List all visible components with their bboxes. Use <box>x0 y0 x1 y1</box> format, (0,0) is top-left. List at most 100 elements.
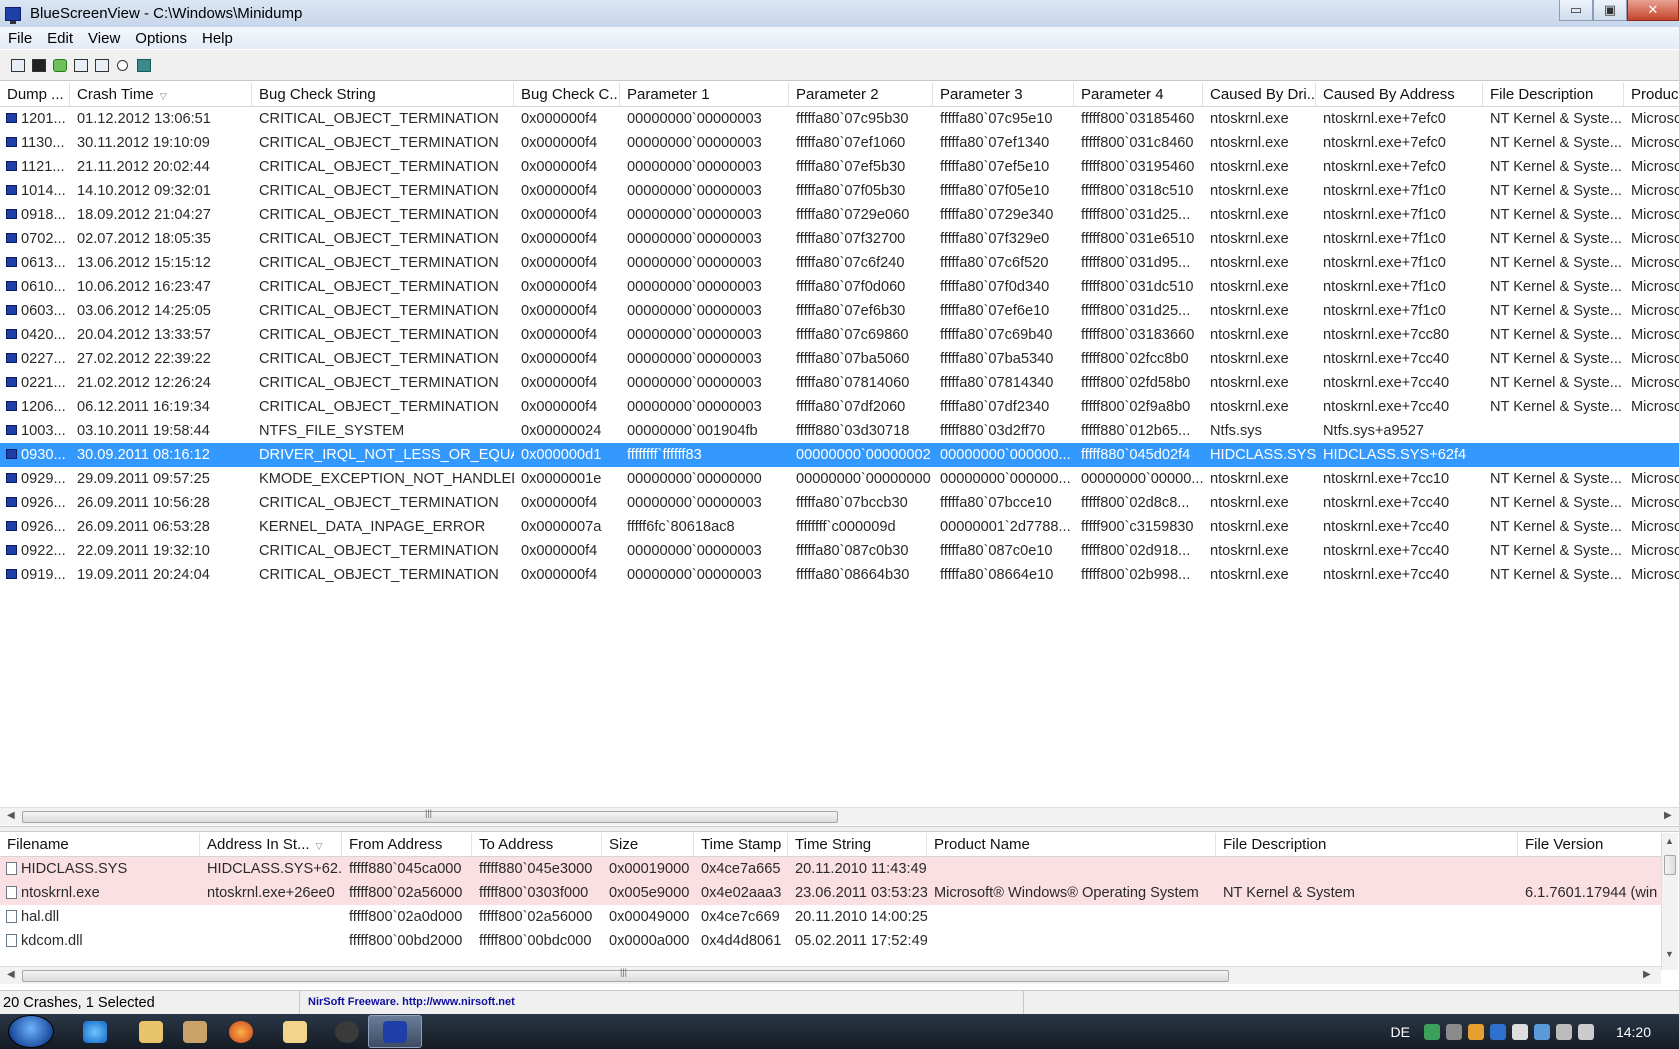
column-header[interactable]: From Address <box>342 833 472 856</box>
table-row[interactable]: 0702... 02.07.2012 18:05:35 CRITICAL_OBJEC… <box>0 227 1679 251</box>
scroll-left-icon[interactable]: ◀ <box>7 969 15 980</box>
table-cell: fffff880`03d2ff70 <box>933 419 1074 443</box>
network-icon[interactable] <box>1445 1023 1462 1040</box>
scroll-up-icon[interactable]: ▲ <box>1665 836 1674 846</box>
column-header[interactable]: To Address <box>472 833 602 856</box>
column-header[interactable]: Produc <box>1624 83 1679 106</box>
table-row[interactable]: 0610... 10.06.2012 16:23:47 CRITICAL_OBJEC… <box>0 275 1679 299</box>
signal-icon[interactable] <box>1555 1023 1572 1040</box>
table-row[interactable]: 1201... 01.12.2012 13:06:51 CRITICAL_OBJEC… <box>0 107 1679 131</box>
menu-options[interactable]: Options <box>128 30 194 47</box>
column-header-label: Time String <box>795 836 872 853</box>
find-button[interactable] <box>113 57 132 74</box>
language-indicator[interactable]: DE <box>1391 1024 1410 1040</box>
flag-icon[interactable] <box>1511 1023 1528 1040</box>
column-header[interactable]: Size <box>602 833 694 856</box>
menu-help[interactable]: Help <box>195 30 240 47</box>
column-header[interactable]: Caused By Address <box>1316 83 1483 106</box>
column-header[interactable]: Bug Check C... <box>514 83 620 106</box>
options-button[interactable] <box>92 57 111 74</box>
table-row[interactable]: 0929... 29.09.2011 09:57:25 KMODE_EXCEPTIO… <box>0 467 1679 491</box>
table-row[interactable]: 0918... 18.09.2012 21:04:27 CRITICAL_OBJEC… <box>0 203 1679 227</box>
vscroll-thumb[interactable] <box>1664 855 1676 875</box>
table-row[interactable]: 1003... 03.10.2011 19:58:44 NTFS_FILE_SYST… <box>0 419 1679 443</box>
column-header[interactable]: Dump ... <box>0 83 70 106</box>
table-row[interactable]: 1121... 21.11.2012 20:02:44 CRITICAL_OBJEC… <box>0 155 1679 179</box>
table-row[interactable]: 0922... 22.09.2011 19:32:10 CRITICAL_OBJEC… <box>0 539 1679 563</box>
column-header[interactable]: Parameter 4 <box>1074 83 1203 106</box>
properties-button[interactable] <box>8 57 27 74</box>
table-row[interactable]: 0227... 27.02.2012 22:39:22 CRITICAL_OBJEC… <box>0 347 1679 371</box>
module-list[interactable]: Filename Address In St... ▽ From Address To … <box>0 833 1661 970</box>
volume-icon[interactable] <box>1577 1023 1594 1040</box>
table-row[interactable]: 1206... 06.12.2011 16:19:34 CRITICAL_OBJEC… <box>0 395 1679 419</box>
bluetooth-icon[interactable] <box>1489 1023 1506 1040</box>
column-header[interactable]: Crash Time ▽ <box>70 83 252 106</box>
table-row[interactable]: 1014... 14.10.2012 09:32:01 CRITICAL_OBJEC… <box>0 179 1679 203</box>
module-list-hscroll[interactable]: ◀ ||| ▶ <box>0 966 1661 984</box>
taskbar-folder[interactable] <box>268 1015 322 1048</box>
table-row[interactable]: 0221... 21.02.2012 12:26:24 CRITICAL_OBJEC… <box>0 371 1679 395</box>
table-row[interactable]: ntoskrnl.exe ntoskrnl.exe+26ee0 fffff800`0… <box>0 881 1661 905</box>
table-row[interactable]: 0930... 30.09.2011 08:16:12 DRIVER_IRQL_NO… <box>0 443 1679 467</box>
table-row[interactable]: hal.dll fffff800`02a0d000 fffff800`02a5600… <box>0 905 1661 929</box>
exit-button[interactable] <box>134 57 153 74</box>
copy-button[interactable] <box>71 57 90 74</box>
taskbar-ie[interactable] <box>68 1015 122 1048</box>
column-header[interactable]: Time Stamp <box>694 833 788 856</box>
table-cell: fffff880`045ca000 <box>342 857 472 881</box>
table-row[interactable]: HIDCLASS.SYS HIDCLASS.SYS+62... fffff880`0… <box>0 857 1661 881</box>
table-cell: 00000000`00000003 <box>620 275 789 299</box>
column-header[interactable]: File Version <box>1518 833 1661 856</box>
clock[interactable]: 14:20 <box>1616 1024 1651 1040</box>
column-header[interactable]: Parameter 2 <box>789 83 933 106</box>
table-row[interactable]: 0926... 26.09.2011 06:53:28 KERNEL_DATA_IN… <box>0 515 1679 539</box>
title-bar[interactable]: BlueScreenView - C:\Windows\Minidump ▭ ▣… <box>0 0 1679 27</box>
table-row[interactable]: 0926... 26.09.2011 10:56:28 CRITICAL_OBJEC… <box>0 491 1679 515</box>
column-header[interactable]: Parameter 1 <box>620 83 789 106</box>
nirsoft-link[interactable]: NirSoft Freeware. http://www.nirsoft.net <box>300 991 1024 1014</box>
menu-view[interactable]: View <box>81 30 127 47</box>
tray-app-icon[interactable] <box>1423 1023 1440 1040</box>
table-row[interactable]: 1130... 30.11.2012 19:10:09 CRITICAL_OBJEC… <box>0 131 1679 155</box>
taskbar-bluescreenview[interactable] <box>368 1015 422 1048</box>
crash-list-hscroll[interactable]: ◀ ||| ▶ <box>0 807 1679 825</box>
taskbar-steam[interactable] <box>320 1015 374 1048</box>
table-row[interactable]: 0603... 03.06.2012 14:25:05 CRITICAL_OBJEC… <box>0 299 1679 323</box>
refresh-button[interactable] <box>50 57 69 74</box>
update-icon[interactable] <box>1467 1023 1484 1040</box>
column-header[interactable]: File Description <box>1483 83 1624 106</box>
start-button[interactable] <box>8 1015 54 1048</box>
column-header[interactable]: File Description <box>1216 833 1518 856</box>
cell-text: ntoskrnl.exe+7f1c0 <box>1323 183 1446 199</box>
column-header[interactable]: Filename <box>0 833 200 856</box>
scroll-down-icon[interactable]: ▼ <box>1665 949 1674 959</box>
menu-file[interactable]: File <box>1 30 39 47</box>
save-button[interactable] <box>29 57 48 74</box>
column-header[interactable]: Bug Check String <box>252 83 514 106</box>
scroll-right-icon[interactable]: ▶ <box>1664 810 1672 821</box>
table-row[interactable]: 0613... 13.06.2012 15:15:12 CRITICAL_OBJEC… <box>0 251 1679 275</box>
column-header[interactable]: Address In St... ▽ <box>200 833 342 856</box>
column-header[interactable]: Product Name <box>927 833 1216 856</box>
monitor-icon[interactable] <box>1533 1023 1550 1040</box>
scroll-left-icon[interactable]: ◀ <box>7 810 15 821</box>
crash-list[interactable]: Dump ... Crash Time ▽ Bug Check String Bug C… <box>0 83 1679 808</box>
scroll-right-icon[interactable]: ▶ <box>1643 969 1651 980</box>
column-header[interactable]: Time String <box>788 833 927 856</box>
table-row[interactable]: 0919... 19.09.2011 20:24:04 CRITICAL_OBJEC… <box>0 563 1679 587</box>
pane-splitter[interactable] <box>0 826 1679 832</box>
taskbar-firefox[interactable] <box>214 1015 268 1048</box>
menu-edit[interactable]: Edit <box>40 30 80 47</box>
minimize-button[interactable]: ▭ <box>1559 0 1593 21</box>
table-row[interactable]: 0420... 20.04.2012 13:33:57 CRITICAL_OBJEC… <box>0 323 1679 347</box>
cell-text: 19.09.2011 20:24:04 <box>77 567 210 583</box>
maximize-button[interactable]: ▣ <box>1593 0 1627 21</box>
column-header[interactable]: Caused By Dri... <box>1203 83 1316 106</box>
table-row[interactable]: kdcom.dll fffff800`00bd2000 fffff800`00bdc… <box>0 929 1661 953</box>
close-button[interactable]: ✕ <box>1627 0 1679 21</box>
table-cell: NT Kernel & Syste... <box>1483 395 1624 419</box>
column-header[interactable]: Parameter 3 <box>933 83 1074 106</box>
table-cell: ntoskrnl.exe <box>0 881 200 905</box>
module-list-vscroll[interactable]: ▲ ▼ <box>1661 833 1678 970</box>
